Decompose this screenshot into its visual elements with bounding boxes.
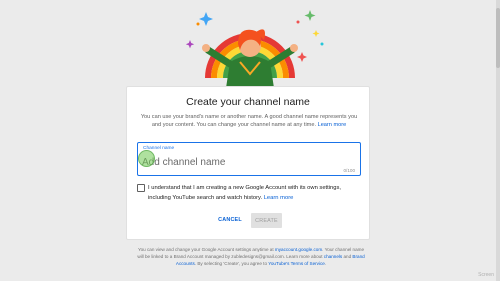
consent-label: I understand that I am creating a new Go… [148, 185, 342, 201]
rainbow-person-illustration [185, 10, 324, 88]
page-background: Create your channel name You can use you… [0, 0, 500, 281]
dialog-title: Create your channel name [186, 96, 310, 108]
scrollbar[interactable] [496, 0, 500, 281]
myaccount-link[interactable]: myaccount.google.com [275, 247, 322, 252]
cancel-button[interactable]: CANCEL [218, 214, 241, 226]
footer-text-1: You can view and change your Google Acco… [137, 247, 274, 252]
footer-text-3: and [343, 254, 352, 260]
cursor-highlight [138, 150, 155, 167]
footer-text-4: . By selecting 'Create', you agree to [194, 261, 268, 267]
scrollbar-thumb[interactable] [496, 8, 500, 68]
character-counter: 0/100 [343, 168, 356, 173]
consent-learn-more-link[interactable]: Learn more [264, 195, 294, 201]
learn-more-link[interactable]: Learn more [318, 122, 347, 128]
footer-text-5: . [324, 261, 327, 267]
channel-name-dialog: Create your channel name You can use you… [126, 86, 370, 240]
create-button[interactable]: CREATE [251, 213, 282, 228]
dialog-description: You can use your brand's name or another… [139, 113, 359, 129]
watermark: Screen [478, 272, 494, 278]
consent-checkbox[interactable] [137, 184, 145, 192]
channels-link[interactable]: channels [324, 254, 342, 259]
terms-of-service-link[interactable]: YouTube's Terms of Service [268, 261, 325, 266]
channel-name-field[interactable]: Channel name 0/100 [137, 142, 361, 176]
footer-text: You can view and change your Google Acco… [136, 246, 366, 268]
channel-name-input[interactable] [142, 155, 338, 169]
consent-text: I understand that I am creating a new Go… [148, 183, 362, 203]
